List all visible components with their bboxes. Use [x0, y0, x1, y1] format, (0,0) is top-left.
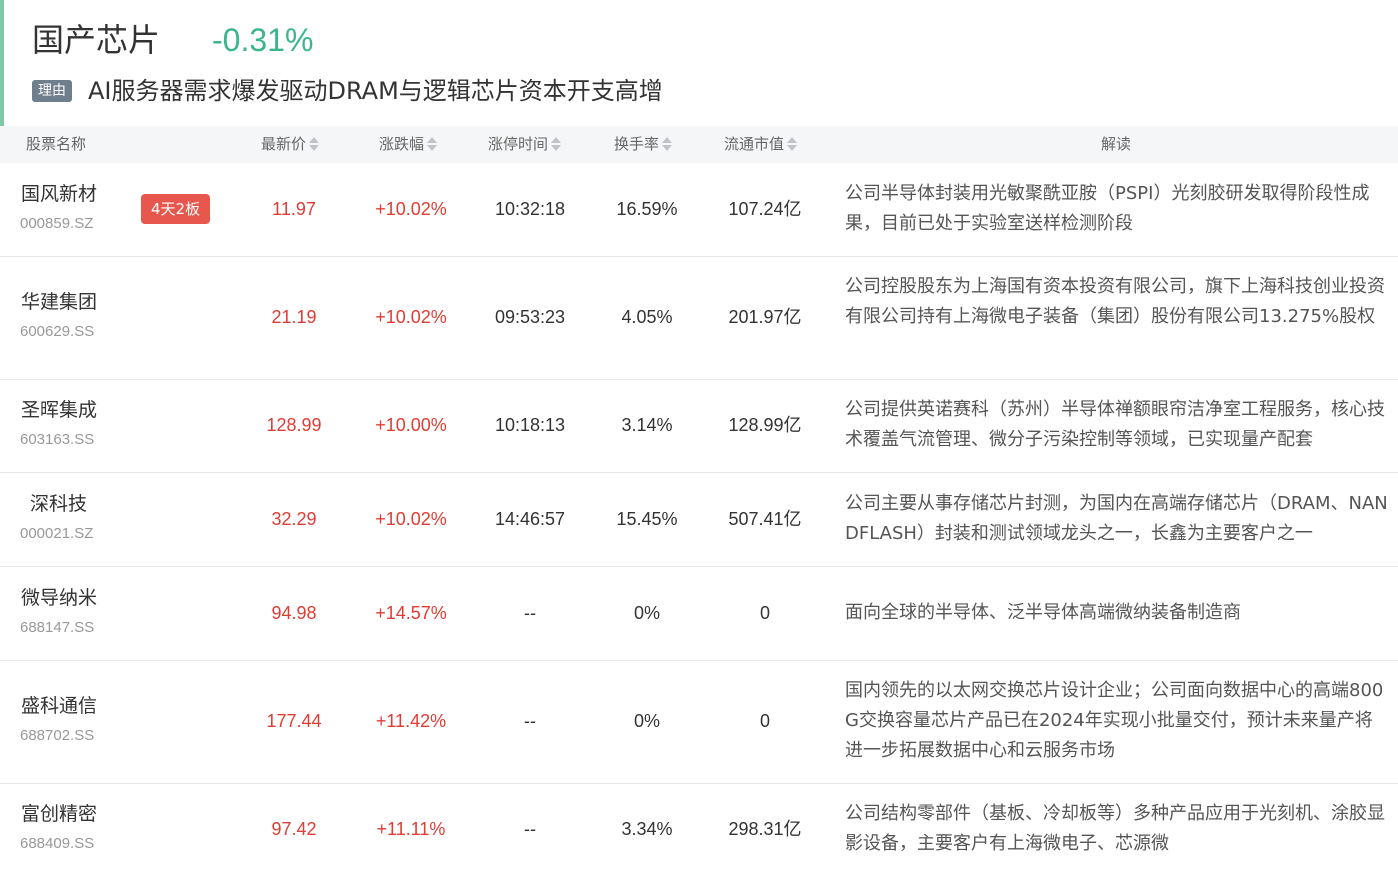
- analysis-cell: 国内领先的以太网交换芯片设计企业；公司面向数据中心的高端800G交换容量芯片产品…: [845, 680, 1384, 761]
- reason-tag: 理由: [32, 80, 72, 102]
- sort-icon[interactable]: [426, 136, 438, 152]
- change-cell: +14.57%: [375, 603, 447, 623]
- limit-time-cell: --: [524, 711, 536, 731]
- price-cell: 11.97: [272, 199, 316, 219]
- limit-time-cell: 09:53:23: [494, 307, 566, 327]
- col-header-change-label: 涨跌幅: [379, 135, 425, 153]
- table-row[interactable]: 富创精密 688409.SS 97.42 +11.11% -- 3.34% 29…: [0, 783, 1398, 873]
- limit-time-cell: 14:46:57: [494, 509, 566, 529]
- price-cell: 97.42: [271, 819, 317, 839]
- table-row[interactable]: 盛科通信 688702.SS 177.44 +11.42% -- 0% 0 国内…: [0, 660, 1398, 784]
- stock-name[interactable]: 富创精密: [21, 801, 97, 827]
- col-header-name-label: 股票名称: [26, 135, 87, 153]
- price-cell: 32.29: [271, 509, 317, 529]
- market-cap-cell: 128.99亿: [728, 415, 802, 435]
- turnover-cell: 0%: [633, 711, 660, 731]
- stock-name[interactable]: 圣晖集成: [21, 397, 97, 423]
- col-header-limit-time[interactable]: 涨停时间: [488, 126, 562, 163]
- sort-icon[interactable]: [550, 136, 562, 152]
- analysis-cell: 公司主要从事存储芯片封测，为国内在高端存储芯片（DRAM、NANDFLASH）封…: [845, 493, 1388, 544]
- col-header-limit-time-label: 涨停时间: [488, 135, 549, 153]
- analysis-cell: 公司提供英诺赛科（苏州）半导体禅额眼帘洁净室工程服务，核心技术覆盖气流管理、微分…: [845, 399, 1385, 450]
- col-header-change[interactable]: 涨跌幅: [379, 126, 438, 163]
- sort-icon[interactable]: [308, 136, 320, 152]
- analysis-cell: 公司控股股东为上海国有资本投资有限公司，旗下上海科技创业投资有限公司持有上海微电…: [845, 276, 1385, 327]
- market-cap-cell: 298.31亿: [728, 819, 802, 839]
- stock-name[interactable]: 国风新材: [21, 181, 97, 207]
- limit-time-cell: --: [524, 603, 536, 623]
- price-cell: 94.98: [271, 603, 317, 623]
- streak-badge: 4天2板: [141, 194, 211, 224]
- accent-bar: [0, 0, 4, 126]
- turnover-cell: 15.45%: [616, 509, 678, 529]
- price-cell: 21.19: [271, 307, 317, 327]
- sector-header: 国产芯片 -0.31% 理由 AI服务器需求爆发驱动DRAM与逻辑芯片资本开支高…: [0, 0, 1398, 126]
- change-cell: +11.11%: [376, 819, 446, 839]
- turnover-cell: 3.14%: [621, 415, 673, 435]
- limit-time-cell: 10:32:18: [494, 199, 566, 219]
- table-row[interactable]: 微导纳米 688147.SS 94.98 +14.57% -- 0% 0 面向全…: [0, 566, 1398, 661]
- turnover-cell: 16.59%: [616, 199, 678, 219]
- stock-code: 688702.SS: [20, 727, 95, 744]
- analysis-cell: 面向全球的半导体、泛半导体高端微纳装备制造商: [845, 602, 1241, 623]
- title-row: 国产芯片 -0.31%: [32, 18, 313, 62]
- col-header-market-cap[interactable]: 流通市值: [724, 126, 798, 163]
- col-header-price-label: 最新价: [261, 135, 307, 153]
- sector-change: -0.31%: [212, 22, 314, 58]
- col-header-turnover-label: 换手率: [614, 135, 660, 153]
- table-row[interactable]: 华建集团 600629.SS 21.19 +10.02% 09:53:23 4.…: [0, 256, 1398, 380]
- col-header-analysis-label: 解读: [1101, 135, 1132, 153]
- stock-code: 600629.SS: [20, 323, 95, 340]
- turnover-cell: 4.05%: [621, 307, 673, 327]
- stock-name[interactable]: 盛科通信: [21, 693, 97, 719]
- reason-row: 理由 AI服务器需求爆发驱动DRAM与逻辑芯片资本开支高增: [32, 74, 663, 108]
- sort-icon[interactable]: [661, 136, 673, 152]
- col-header-market-cap-label: 流通市值: [724, 135, 785, 153]
- stock-name[interactable]: 微导纳米: [21, 585, 97, 611]
- col-header-analysis: 解读: [1101, 126, 1131, 163]
- turnover-cell: 3.34%: [621, 819, 673, 839]
- analysis-cell: 公司半导体封装用光敏聚酰亚胺（PSPI）光刻胶研发取得阶段性成果，目前已处于实验…: [845, 183, 1370, 234]
- col-header-name: 股票名称: [26, 126, 86, 163]
- table-row[interactable]: 圣晖集成 603163.SS 128.99 +10.00% 10:18:13 3…: [0, 379, 1398, 473]
- analysis-cell: 公司结构零部件（基板、冷却板等）多种产品应用于光刻机、涂胶显影设备，主要客户有上…: [845, 803, 1385, 854]
- table-row[interactable]: 国风新材 000859.SZ 4天2板 11.97 +10.02% 10:32:…: [0, 163, 1398, 257]
- col-header-turnover[interactable]: 换手率: [614, 126, 673, 163]
- table-header: 股票名称 最新价 涨跌幅 涨停时间 换手率 流通市值 解读: [0, 126, 1398, 163]
- price-cell: 177.44: [266, 711, 322, 731]
- sector-title: 国产芯片: [32, 21, 161, 59]
- stock-code: 688409.SS: [20, 835, 95, 852]
- stock-code: 688147.SS: [20, 619, 95, 636]
- market-cap-cell: 201.97亿: [728, 307, 802, 327]
- market-cap-cell: 0: [759, 711, 770, 731]
- stock-code: 603163.SS: [20, 431, 95, 448]
- stock-name[interactable]: 深科技: [30, 491, 87, 517]
- change-cell: +10.02%: [375, 509, 447, 529]
- change-cell: +10.00%: [375, 415, 447, 435]
- turnover-cell: 0%: [633, 603, 660, 623]
- limit-time-cell: 10:18:13: [494, 415, 566, 435]
- col-header-price[interactable]: 最新价: [261, 126, 320, 163]
- limit-time-cell: --: [524, 819, 536, 839]
- market-cap-cell: 507.41亿: [728, 509, 802, 529]
- sort-icon[interactable]: [786, 136, 798, 152]
- change-cell: +11.42%: [375, 711, 447, 731]
- stock-name[interactable]: 华建集团: [21, 289, 97, 315]
- price-cell: 128.99: [266, 415, 322, 435]
- change-cell: +10.02%: [375, 307, 447, 327]
- market-cap-cell: 0: [759, 603, 770, 623]
- change-cell: +10.02%: [375, 199, 447, 219]
- reason-text: AI服务器需求爆发驱动DRAM与逻辑芯片资本开支高增: [88, 77, 663, 105]
- stock-code: 000859.SZ: [20, 215, 94, 232]
- market-cap-cell: 107.24亿: [728, 199, 802, 219]
- table-row[interactable]: 深科技 000021.SZ 32.29 +10.02% 14:46:57 15.…: [0, 472, 1398, 567]
- stock-code: 000021.SZ: [20, 525, 94, 542]
